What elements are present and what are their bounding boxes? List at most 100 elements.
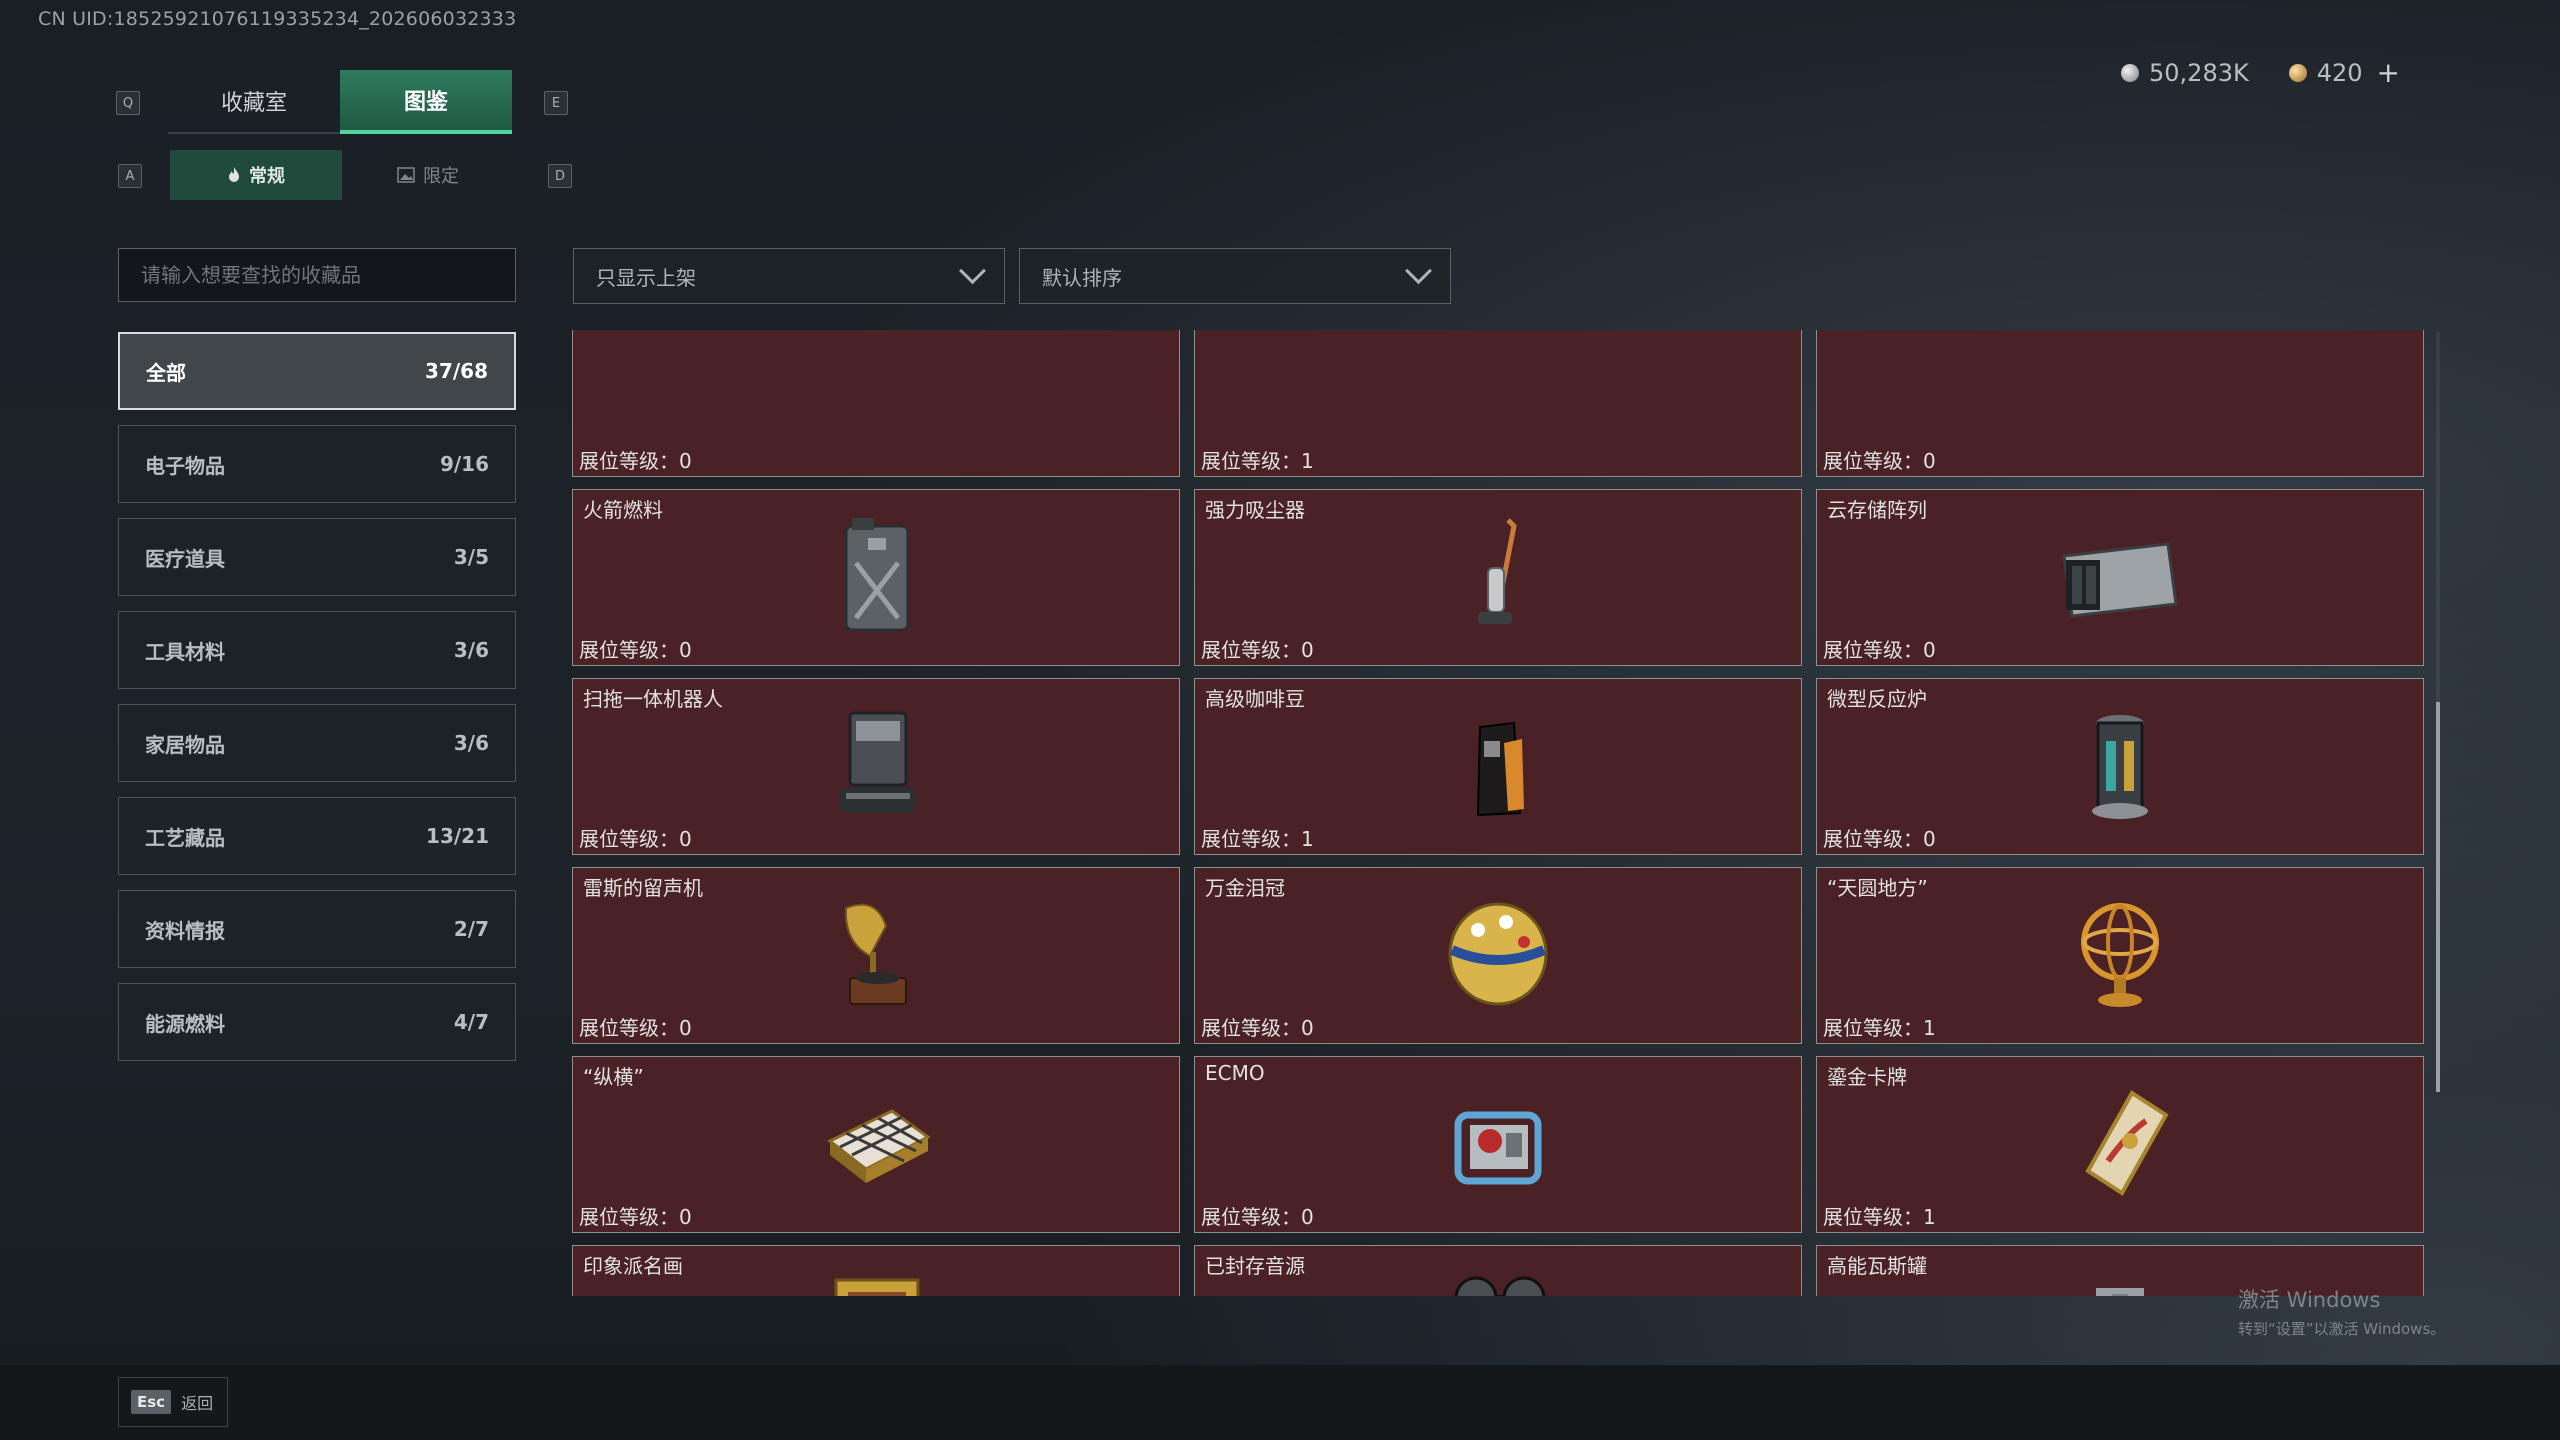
sort-value: 默认排序 xyxy=(1042,265,1122,290)
key-hint-d: D xyxy=(548,164,572,188)
item-card[interactable]: 展位等级：1 xyxy=(1194,330,1802,477)
item-card[interactable]: 扫拖一体机器人 展位等级：0 xyxy=(572,678,1180,855)
category-all[interactable]: 全部 37/68 xyxy=(118,332,516,410)
vacuum-cleaner-icon xyxy=(1478,517,1517,624)
item-grid-viewport: 展位等级：0 展位等级：1 展位等级：0 火箭燃料 展位等级：0 强力吸尘器 展… xyxy=(572,330,2424,1296)
item-level: 展位等级：0 xyxy=(579,1205,692,1229)
item-level: 展位等级：0 xyxy=(1823,638,1936,662)
tab-catalog[interactable]: 图鉴 xyxy=(340,70,512,134)
coffee-bag-icon xyxy=(1476,721,1524,816)
reactor-icon xyxy=(2092,714,2148,819)
item-card[interactable]: 强力吸尘器 展位等级：0 xyxy=(1194,489,1802,666)
uid-text: CN UID:18525921076119335234_202606032333 xyxy=(38,8,517,30)
item-card[interactable]: 鎏金卡牌 展位等级：1 xyxy=(1816,1056,2424,1233)
display-filter-value: 只显示上架 xyxy=(596,265,696,290)
key-hint-a: A xyxy=(118,164,142,188)
item-grid: 展位等级：0 展位等级：1 展位等级：0 火箭燃料 展位等级：0 强力吸尘器 展… xyxy=(572,330,2424,1296)
category-label: 电子物品 xyxy=(145,453,225,478)
item-level: 展位等级：1 xyxy=(1823,1205,1936,1229)
item-card[interactable]: 雷斯的留声机 展位等级：0 xyxy=(572,867,1180,1044)
display-filter-dropdown[interactable]: 只显示上架 xyxy=(573,248,1005,304)
item-card[interactable]: 展位等级：0 xyxy=(572,330,1180,477)
category-count: 13/21 xyxy=(426,824,489,848)
armillary-sphere-icon xyxy=(2081,902,2159,1007)
item-card[interactable]: 高级咖啡豆 展位等级：1 xyxy=(1194,678,1802,855)
item-card[interactable]: “纵横” 展位等级：0 xyxy=(572,1056,1180,1233)
category-label: 能源燃料 xyxy=(145,1011,225,1036)
silver-value: 50,283K xyxy=(2149,58,2249,87)
sub-tabs: 常规 限定 xyxy=(170,150,514,200)
scrollbar-thumb[interactable] xyxy=(2436,702,2440,1092)
jeweled-egg-icon xyxy=(1448,902,1548,1005)
item-card[interactable]: 云存储阵列 展位等级：0 xyxy=(1816,489,2424,666)
item-card[interactable]: “天圆地方” 展位等级：1 xyxy=(1816,867,2424,1044)
category-list: 全部 37/68 电子物品 9/16 医疗道具 3/5 工具材料 3/6 家居物品 3/6… xyxy=(118,332,516,1076)
item-name: “天圆地方” xyxy=(1827,876,1928,900)
item-card[interactable]: 已封存音源 展位等级：1 xyxy=(1194,1245,1802,1296)
item-card[interactable]: ECMO 展位等级：0 xyxy=(1194,1056,1802,1233)
sort-dropdown[interactable]: 默认排序 xyxy=(1019,248,1451,304)
item-level: 展位等级：0 xyxy=(579,449,692,473)
category-count: 3/6 xyxy=(453,731,489,755)
category-count: 2/7 xyxy=(453,917,489,941)
category-label: 资料情报 xyxy=(145,918,225,943)
category-household[interactable]: 家居物品 3/6 xyxy=(118,704,516,782)
category-electronics[interactable]: 电子物品 9/16 xyxy=(118,425,516,503)
back-label: 返回 xyxy=(181,1394,214,1413)
chevron-down-icon xyxy=(1405,256,1432,284)
gold-card-icon xyxy=(2085,1089,2169,1196)
subtab-regular[interactable]: 常规 xyxy=(170,150,342,200)
category-energy[interactable]: 能源燃料 4/7 xyxy=(118,983,516,1061)
item-name: 已封存音源 xyxy=(1205,1254,1305,1278)
back-button[interactable]: Esc 返回 xyxy=(118,1377,228,1427)
subtab-regular-label: 常规 xyxy=(249,166,285,187)
watermark-line2: 转到“设置”以激活 Windows。 xyxy=(2238,1320,2446,1338)
item-name: 扫拖一体机器人 xyxy=(583,687,723,711)
item-name: 雷斯的留声机 xyxy=(583,876,703,900)
item-name: ECMO xyxy=(1205,1061,1265,1085)
currency-silver: 50,283K xyxy=(2121,59,2249,87)
tab-collection-room[interactable]: 收藏室 xyxy=(168,70,340,134)
gold-value: 420 xyxy=(2316,58,2363,87)
gramophone-icon xyxy=(844,903,907,1005)
grid-scrollbar[interactable] xyxy=(2436,332,2440,1092)
item-level: 展位等级：0 xyxy=(1201,1205,1314,1229)
category-label: 医疗道具 xyxy=(145,546,225,571)
item-name: 火箭燃料 xyxy=(583,498,663,522)
silver-coin-icon xyxy=(2121,63,2139,82)
search-box xyxy=(118,248,516,302)
item-card[interactable]: 火箭燃料 展位等级：0 xyxy=(572,489,1180,666)
category-intel[interactable]: 资料情报 2/7 xyxy=(118,890,516,968)
category-medical[interactable]: 医疗道具 3/5 xyxy=(118,518,516,596)
chessboard-icon xyxy=(827,1108,931,1183)
item-level: 展位等级：0 xyxy=(1201,638,1314,662)
item-card[interactable]: 印象派名画 展位等级：1 xyxy=(572,1245,1180,1296)
category-count: 9/16 xyxy=(439,452,489,476)
item-name: 鎏金卡牌 xyxy=(1827,1065,1907,1089)
item-level: 展位等级：1 xyxy=(1823,1016,1936,1040)
item-name: 万金泪冠 xyxy=(1205,876,1285,900)
category-count: 37/68 xyxy=(425,359,488,383)
subtab-limited[interactable]: 限定 xyxy=(342,150,514,200)
category-label: 家居物品 xyxy=(145,732,225,757)
ecmo-machine-icon xyxy=(1454,1111,1542,1184)
gold-coin-icon xyxy=(2288,63,2307,82)
category-label: 全部 xyxy=(146,360,186,385)
item-card[interactable]: 微型反应炉 展位等级：0 xyxy=(1816,678,2424,855)
painting-icon xyxy=(834,1278,920,1296)
category-tools[interactable]: 工具材料 3/6 xyxy=(118,611,516,689)
category-label: 工艺藏品 xyxy=(145,825,225,850)
fuel-canister-icon xyxy=(844,517,910,631)
search-input[interactable] xyxy=(119,249,515,301)
currency-gold: 420 + xyxy=(2288,56,2400,89)
watermark-line1: 激活 Windows xyxy=(2238,1288,2381,1312)
add-currency-button[interactable]: + xyxy=(2377,56,2400,89)
image-icon xyxy=(397,167,415,183)
item-card[interactable]: 万金泪冠 展位等级：0 xyxy=(1194,867,1802,1044)
key-hint-e: E xyxy=(544,91,568,115)
item-card[interactable]: 展位等级：0 xyxy=(1816,330,2424,477)
item-level: 展位等级：1 xyxy=(1201,449,1314,473)
category-crafts[interactable]: 工艺藏品 13/21 xyxy=(118,797,516,875)
item-name: 微型反应炉 xyxy=(1827,687,1927,711)
storage-array-icon xyxy=(2062,541,2178,618)
